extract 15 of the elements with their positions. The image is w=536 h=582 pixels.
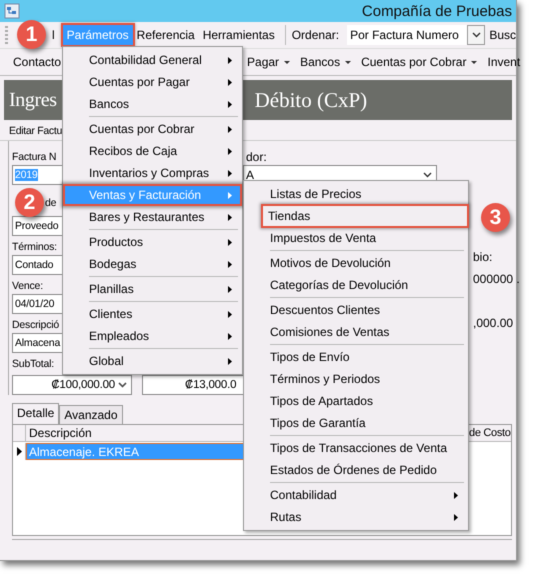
field-label: Descripció [12, 319, 60, 331]
field-value: ,000.00 [473, 316, 514, 330]
field-label: SubTotal: [12, 358, 54, 370]
page-title: Débito (CxP) [254, 88, 368, 112]
field-label: Vence: [12, 280, 43, 292]
field-label: dor: [246, 150, 267, 164]
field-label: Términos: [12, 241, 57, 253]
field-value: 000000 . [473, 272, 519, 286]
window-title: Compañía de Pruebas [362, 2, 512, 20]
field-label: de [45, 197, 56, 209]
sort-label: Ordenar: [292, 28, 340, 42]
page-title: Ingres [9, 88, 57, 112]
section-label: Editar Factu [9, 125, 62, 137]
field-label: bio: [473, 250, 494, 264]
field-label: Factura N [12, 151, 56, 163]
